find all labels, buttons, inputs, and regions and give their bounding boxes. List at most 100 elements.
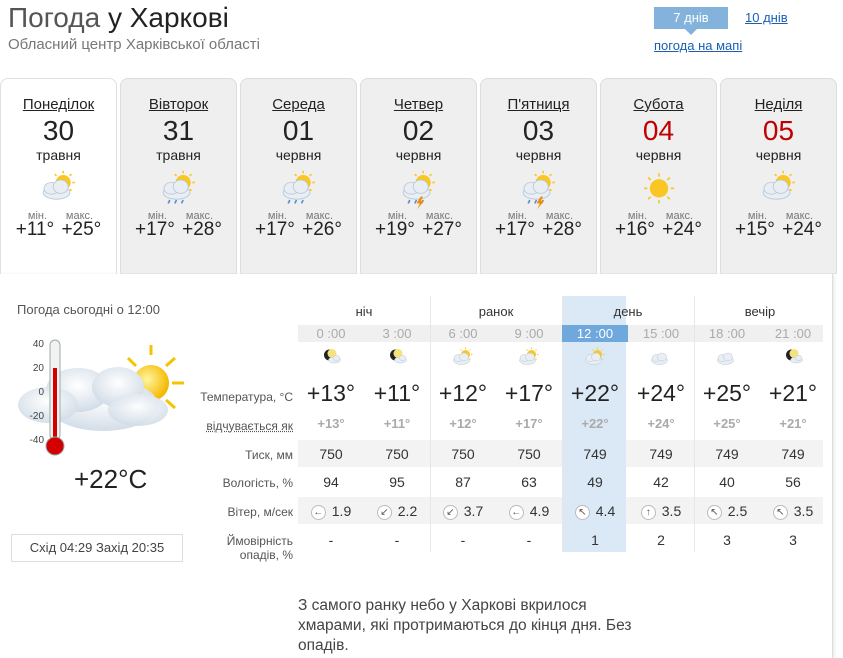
hour-temperature: +13° — [306, 380, 356, 406]
sun-cloud-icon — [514, 347, 544, 371]
moon-cloud-icon — [316, 347, 346, 371]
day-temps: +17° +26° — [241, 219, 356, 241]
day-name[interactable]: Четвер — [361, 96, 476, 113]
page-title: Погода у Харкові — [8, 2, 229, 34]
title-prefix: Погода — [8, 2, 101, 33]
day-month: травня — [36, 147, 81, 163]
day-min-temp: +17° — [135, 219, 175, 240]
day-name[interactable]: Неділя — [721, 96, 836, 113]
scale-label: -40 — [30, 435, 45, 446]
day-max-temp: +25° — [61, 219, 102, 240]
hour-wind: ↑ 3.5 — [628, 503, 694, 520]
hour-pressure: 750 — [517, 446, 541, 462]
tab-7-days[interactable]: 7 днів — [654, 7, 728, 29]
weather-description: З самого ранку небо у Харкові вкрилося х… — [298, 597, 632, 654]
hour-humidity: 94 — [323, 474, 339, 490]
hour-temperature: +22° — [570, 380, 620, 406]
period-label: ніч — [355, 304, 373, 319]
day-min-temp: +17° — [255, 219, 295, 240]
hour-temperature: +11° — [373, 380, 421, 406]
map-link[interactable]: погода на мапі — [654, 38, 742, 53]
hour-label: 21 :00 — [774, 326, 812, 341]
hour-precipitation: 2 — [657, 532, 665, 548]
day-max-temp: +24° — [782, 219, 822, 240]
row-label-pressure: Тиск, мм — [245, 448, 293, 462]
today-label: Погода сьогодні о 12:00 — [17, 302, 160, 317]
day-name[interactable]: Понеділок — [1, 96, 116, 113]
wind-speed: 3.5 — [661, 503, 682, 519]
day-min-temp: +19° — [375, 219, 415, 240]
sun-cloud-rain-icon — [274, 170, 324, 210]
wind-direction-icon: ↑ — [640, 504, 656, 520]
wind-direction-icon: ↖ — [772, 504, 788, 520]
hour-label: 18 :00 — [708, 326, 746, 341]
hour-humidity: 49 — [587, 474, 603, 490]
day-number: 02 — [402, 115, 435, 146]
row-label-precip-1: Ймовірність — [226, 534, 293, 548]
hour-wind: ← 1.9 — [298, 503, 364, 520]
sunrise-time: 04:29 — [59, 540, 93, 555]
row-label-feels[interactable]: відчувається як — [206, 419, 293, 433]
hour-label: 15 :00 — [642, 326, 680, 341]
day-number: 01 — [282, 115, 315, 146]
day-tab[interactable]: П'ятниця 03 червня мін. макс. +17° +28° — [480, 78, 597, 274]
day-max-temp: +24° — [662, 219, 702, 240]
day-temps: +15° +24° — [721, 219, 836, 241]
hour-feels-like: +22° — [581, 416, 609, 431]
hour-temperature: +12° — [438, 380, 488, 406]
day-max-temp: +26° — [302, 219, 342, 240]
day-name[interactable]: П'ятниця — [481, 96, 596, 113]
hour-precipitation: - — [460, 532, 466, 548]
day-tab[interactable]: Вівторок 31 травня мін. макс. +17° +28° — [120, 78, 237, 274]
hour-wind: ↖ 4.4 — [562, 503, 628, 520]
day-tab[interactable]: Неділя 05 червня мін. макс. +15° +24° — [720, 78, 837, 274]
hour-humidity: 95 — [389, 474, 405, 490]
tab-10-days[interactable]: 10 днів — [745, 10, 788, 25]
hour-wind: ↖ 3.5 — [760, 503, 826, 520]
day-tabs: Понеділок 30 травня мін. макс. +11° +25° Вівто… — [0, 78, 837, 278]
hour-humidity: 87 — [455, 474, 471, 490]
hour-pressure: 750 — [319, 446, 343, 462]
hour-precipitation: 1 — [591, 532, 599, 548]
sun-cloud-rain-icon — [154, 170, 204, 210]
hour-temperature: +21° — [768, 380, 818, 406]
day-tab[interactable]: Субота 04 червня мін. макс. +16° +24° — [600, 78, 717, 274]
hour-pressure: 749 — [583, 446, 607, 462]
day-number: 05 — [762, 115, 795, 146]
hour-pressure: 750 — [451, 446, 475, 462]
sun-cloud-icon — [580, 347, 610, 371]
cloud-icon — [712, 347, 742, 371]
hour-label: 6 :00 — [448, 326, 478, 341]
day-min-temp: +15° — [735, 219, 775, 240]
wind-direction-icon: ↙ — [376, 504, 392, 520]
sunrise-sunset: Схід 04:29 Захід 20:35 — [11, 534, 183, 562]
hour-label: 0 :00 — [316, 326, 346, 341]
wind-direction-icon: ↖ — [574, 504, 590, 520]
hour-pressure: 749 — [649, 446, 673, 462]
row-label-precip-2: опадів, % — [239, 548, 293, 562]
day-name[interactable]: Середа — [241, 96, 356, 113]
hour-label: 9 :00 — [514, 326, 544, 341]
hour-pressure: 749 — [715, 446, 739, 462]
day-temps: +19° +27° — [361, 219, 476, 241]
day-name[interactable]: Вівторок — [121, 96, 236, 113]
day-tab[interactable]: Четвер 02 червня мін. макс. +19° +27° — [360, 78, 477, 274]
sun-icon — [634, 170, 684, 210]
day-tab[interactable]: Середа 01 червня мін. макс. +17° +26° — [240, 78, 357, 274]
sun-cloud-icon — [448, 347, 478, 371]
hour-label: 12 :00 — [562, 325, 628, 342]
wind-speed: 3.7 — [463, 503, 484, 519]
day-number: 31 — [162, 115, 195, 146]
sun-cloud-icon — [754, 170, 804, 210]
day-name[interactable]: Субота — [601, 96, 716, 113]
tab-pointer — [685, 29, 697, 35]
hour-humidity: 56 — [785, 474, 801, 490]
day-month: травня — [156, 147, 201, 163]
day-number: 03 — [522, 115, 555, 146]
hour-precipitation: 3 — [723, 532, 731, 548]
day-max-temp: +27° — [422, 219, 462, 240]
hour-precipitation: - — [394, 532, 400, 548]
day-tab[interactable]: Понеділок 30 травня мін. макс. +11° +25° — [0, 78, 117, 278]
day-min-temp: +16° — [615, 219, 655, 240]
hour-humidity: 40 — [719, 474, 735, 490]
